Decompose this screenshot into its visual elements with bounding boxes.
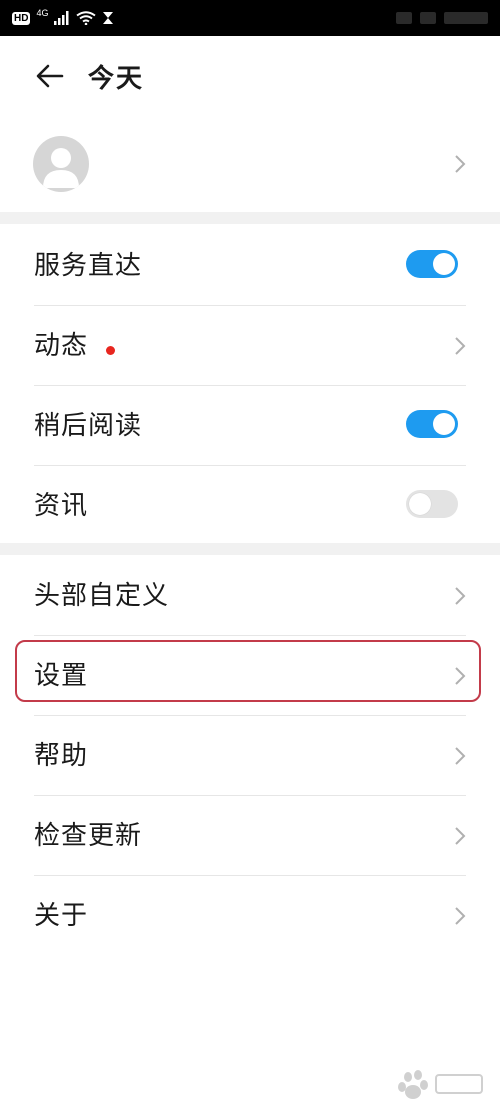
row-header-customize[interactable]: 头部自定义 [0, 556, 500, 636]
blurred-status-icon [420, 12, 436, 24]
row-news[interactable]: 资讯 [0, 466, 500, 546]
user-icon [43, 148, 79, 188]
row-label: 关于 [34, 901, 89, 931]
row-check-update[interactable]: 检查更新 [0, 796, 500, 876]
row-settings[interactable]: 设置 [0, 636, 500, 716]
network-type: 4G [36, 8, 49, 18]
row-help[interactable]: 帮助 [0, 716, 500, 796]
toggle-service-direct[interactable] [406, 250, 458, 278]
row-read-later[interactable]: 稍后阅读 [0, 386, 500, 466]
avatar [33, 136, 89, 192]
row-label: 设置 [34, 661, 89, 691]
status-left: HD 4G [12, 8, 114, 25]
toggle-news[interactable] [406, 490, 458, 518]
status-bar: HD 4G [0, 0, 500, 36]
chevron-right-icon [455, 155, 466, 173]
back-button[interactable] [34, 60, 66, 92]
row-label: 动态 [34, 331, 89, 361]
row-label: 检查更新 [34, 821, 143, 851]
toggle-knob [409, 493, 431, 515]
chevron-right-icon [455, 667, 466, 685]
row-label: 服务直达 [34, 251, 143, 281]
chevron-right-icon [455, 587, 466, 605]
arrow-left-icon [36, 64, 64, 88]
profile-row[interactable] [0, 116, 500, 212]
row-label: 头部自定义 [34, 581, 170, 611]
chevron-right-icon [455, 827, 466, 845]
chevron-right-icon [455, 337, 466, 355]
status-right [396, 12, 488, 24]
toggle-knob [433, 253, 455, 275]
row-label: 帮助 [34, 741, 89, 771]
row-label: 资讯 [34, 491, 89, 521]
page-title: 今天 [88, 64, 145, 94]
row-service-direct[interactable]: 服务直达 [0, 226, 500, 306]
section-divider [0, 543, 500, 555]
chevron-right-icon [455, 907, 466, 925]
notification-dot [106, 346, 115, 355]
toggle-read-later[interactable] [406, 410, 458, 438]
header: 今天 [0, 36, 500, 116]
chevron-right-icon [455, 747, 466, 765]
hourglass-icon [103, 12, 114, 24]
row-label: 稍后阅读 [34, 411, 143, 441]
row-about[interactable]: 关于 [0, 876, 500, 956]
wifi-icon [76, 11, 97, 25]
hd-badge: HD [12, 11, 31, 25]
signal-icon [54, 11, 69, 25]
watermark-logo [398, 1070, 483, 1099]
section-divider [0, 212, 500, 224]
blurred-status-icon [396, 12, 412, 24]
blurred-time [444, 12, 488, 24]
toggle-knob [433, 413, 455, 435]
row-dynamics[interactable]: 动态 [0, 306, 500, 386]
